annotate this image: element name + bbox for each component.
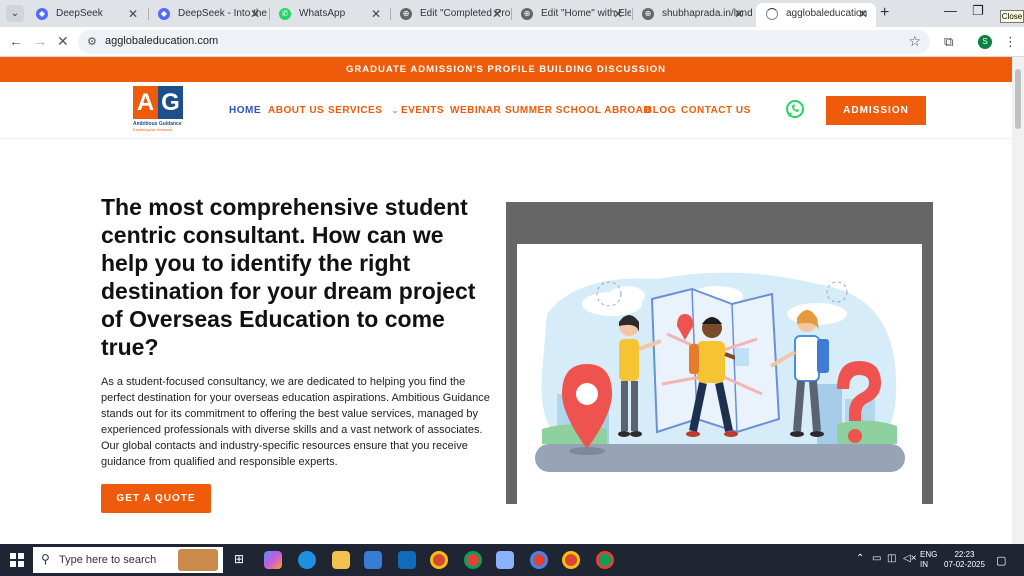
microsoft-store-icon[interactable] [364, 551, 382, 569]
nav-services-label: SERVICES [328, 105, 383, 116]
site-logo[interactable]: A G Ambitious Guidance Expand your Horiz… [133, 86, 183, 132]
scrollbar-thumb[interactable] [1015, 69, 1021, 129]
tab-close-icon[interactable]: ✕ [250, 3, 260, 25]
admission-button[interactable]: ADMISSION [826, 96, 926, 125]
taskbar-search-box[interactable]: ⚲ Type here to search [33, 547, 223, 573]
hero-image-frame [506, 202, 933, 504]
tab-deepseek-1[interactable]: ◆ DeepSeek ✕ [26, 3, 146, 27]
notepad-icon[interactable] [496, 551, 514, 569]
url-text[interactable]: agglobaleducation.com [105, 35, 218, 47]
task-view-icon[interactable]: ⊞ [234, 552, 244, 566]
logo-letter-g: G [158, 86, 183, 119]
copilot-icon[interactable] [264, 551, 282, 569]
tab-title: DeepSeek [56, 8, 103, 19]
browser-menu-kebab-icon[interactable]: ⋮ [1004, 34, 1017, 50]
address-bar[interactable]: ⚙ agglobaleducation.com ☆ [78, 30, 930, 54]
battery-icon[interactable]: ▭ [872, 553, 881, 564]
tab-close-icon[interactable]: ✕ [858, 3, 868, 25]
students-map-illustration [535, 272, 905, 472]
tab-title: agglobaleducation [786, 8, 868, 19]
bookmark-star-icon[interactable]: ☆ [908, 33, 921, 50]
nav-contact-us[interactable]: CONTACT US [681, 105, 751, 116]
chrome-icon[interactable] [430, 551, 448, 569]
region-code: IN [920, 560, 928, 569]
chrome-profile-icon[interactable] [596, 551, 614, 569]
tab-edit-completed-projects[interactable]: ⊕ Edit "Completed Proj ✕ [390, 3, 510, 27]
tab-deepseek-2[interactable]: ◆ DeepSeek - Into the ✕ [148, 3, 268, 27]
nav-events[interactable]: EVENTS [401, 105, 444, 116]
tab-close-icon[interactable]: ✕ [128, 3, 138, 25]
clock-date: 07-02-2025 [944, 560, 985, 569]
logo-mark: A G [133, 86, 183, 119]
minimize-icon[interactable]: — [944, 3, 957, 18]
globe-icon: ⊕ [521, 8, 533, 20]
hero-illustration [517, 244, 922, 504]
tab-close-icon[interactable]: ✕ [492, 3, 502, 25]
nav-summer-school-abroad[interactable]: SUMMER SCHOOL ABROAD [505, 105, 651, 116]
globe-icon: ⊕ [642, 8, 654, 20]
stop-loading-icon[interactable]: ✕ [57, 33, 69, 50]
browser-tab-strip: ⌄ ◆ DeepSeek ✕ ◆ DeepSeek - Into the ✕ ✆… [0, 0, 1024, 27]
windows-taskbar: ⚲ Type here to search ⊞ ⌃ ▭ ◫ ◁× ENG IN … [0, 544, 1024, 576]
system-clock[interactable]: 22:23 07-02-2025 [944, 550, 985, 570]
file-explorer-icon[interactable] [332, 551, 350, 569]
tab-close-icon[interactable]: ✕ [371, 3, 381, 25]
tab-close-icon[interactable]: ✕ [613, 3, 623, 25]
tab-edit-home[interactable]: ⊕ Edit "Home" with Ele ✕ [511, 3, 631, 27]
browser-toolbar: ← → ✕ ⚙ agglobaleducation.com ☆ ⧉ S ⋮ [0, 27, 1024, 57]
tab-search-chevron-icon[interactable]: ⌄ [6, 5, 24, 22]
notifications-icon[interactable]: ▢ [996, 554, 1006, 567]
nav-services[interactable]: SERVICES ⌄ [328, 105, 399, 116]
forward-arrow-icon[interactable]: → [33, 33, 47, 49]
chevron-down-icon: ⌄ [391, 106, 399, 115]
language-code: ENG [920, 550, 938, 559]
logo-tagline: Expand your Horizons [133, 127, 173, 132]
outlook-icon[interactable] [398, 551, 416, 569]
site-info-icon[interactable]: ⚙ [87, 35, 97, 48]
tab-shubhaprada[interactable]: ⊕ shubhaprada.in/land ✕ [632, 3, 752, 27]
tab-agglobaleducation[interactable]: agglobaleducation ✕ [756, 3, 876, 27]
hero-description: As a student-focused consultancy, we are… [101, 376, 490, 468]
close-tooltip: Close [1000, 10, 1024, 23]
nav-about-us[interactable]: ABOUT US [268, 105, 324, 116]
loading-icon [766, 8, 778, 20]
globe-icon: ⊕ [400, 8, 412, 20]
tab-close-icon[interactable]: ✕ [734, 3, 744, 25]
clock-time: 22:23 [954, 550, 975, 559]
get-a-quote-button[interactable]: GET A QUOTE [101, 484, 211, 513]
chrome-profile-icon[interactable] [464, 551, 482, 569]
chevron-up-icon[interactable]: ⌃ [856, 553, 864, 564]
logo-letter-a: A [133, 86, 158, 119]
edge-icon[interactable] [298, 551, 316, 569]
nav-blog[interactable]: BLOG [645, 105, 676, 116]
restore-icon[interactable]: ❐ [972, 3, 984, 19]
nav-home[interactable]: HOME [229, 105, 261, 116]
deepseek-icon: ◆ [36, 8, 48, 20]
search-placeholder: Type here to search [59, 554, 157, 566]
search-highlight-image [178, 549, 218, 571]
whatsapp-icon: ✆ [279, 8, 291, 20]
language-indicator[interactable]: ENG IN [920, 550, 937, 570]
site-header: A G Ambitious Guidance Expand your Horiz… [0, 82, 1012, 139]
volume-mute-icon[interactable]: ◁× [903, 553, 917, 564]
announcement-bar[interactable]: GRADUATE ADMISSION'S PROFILE BUILDING DI… [0, 57, 1012, 82]
network-icon[interactable]: ◫ [887, 553, 896, 564]
web-page: GRADUATE ADMISSION'S PROFILE BUILDING DI… [0, 57, 1012, 544]
tab-title: WhatsApp [299, 8, 346, 19]
hero-title: The most comprehensive student centric c… [101, 194, 476, 360]
chrome-profile-icon[interactable] [562, 551, 580, 569]
back-arrow-icon[interactable]: ← [9, 33, 23, 49]
deepseek-icon: ◆ [158, 8, 170, 20]
windows-start-icon[interactable] [10, 553, 24, 567]
new-tab-plus-icon[interactable]: + [880, 4, 889, 22]
profile-avatar[interactable]: S [978, 35, 992, 49]
chrome-profile-icon[interactable] [530, 551, 548, 569]
extensions-puzzle-icon[interactable]: ⧉ [944, 34, 953, 50]
search-icon: ⚲ [41, 552, 50, 566]
page-scrollbar[interactable] [1012, 57, 1024, 544]
whatsapp-icon[interactable] [785, 99, 805, 119]
nav-webinar[interactable]: WEBINAR [450, 105, 501, 116]
tab-whatsapp[interactable]: ✆ WhatsApp ✕ [269, 3, 389, 27]
